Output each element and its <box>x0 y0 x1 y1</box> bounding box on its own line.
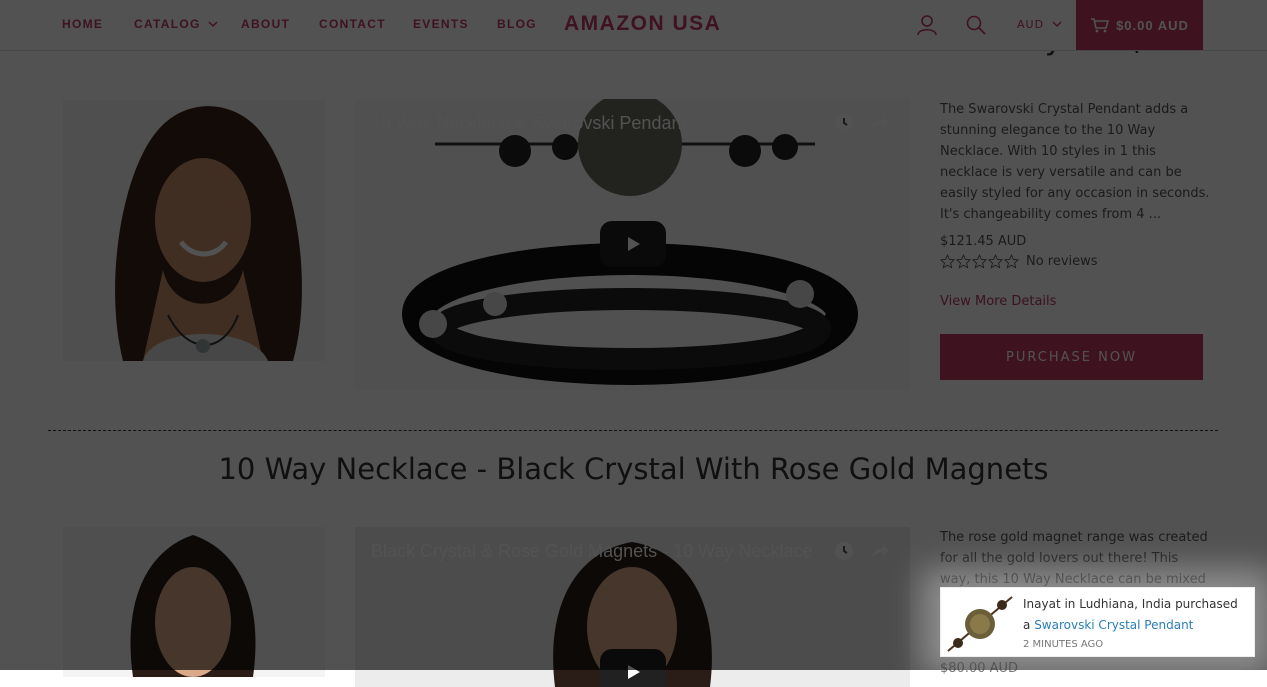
clock-icon[interactable] <box>832 539 856 563</box>
nav-events[interactable]: EVENTS <box>413 17 469 31</box>
search-icon[interactable] <box>966 15 986 35</box>
notification-time: 2 MINUTES AGO <box>1023 639 1104 650</box>
notification-message: Inayat in Ludhiana, India purchased <box>1023 597 1238 611</box>
nav-catalog[interactable]: CATALOG <box>134 17 218 31</box>
clock-icon[interactable] <box>832 111 856 135</box>
product2-video[interactable]: Black Crystal & Rose Gold Magnets - 10 W… <box>355 527 910 687</box>
star-icon <box>988 254 1003 269</box>
nav-catalog-label: CATALOG <box>134 17 201 31</box>
product2-model-photo <box>63 527 325 677</box>
notification-prefix: a <box>1023 618 1031 632</box>
product2-title: 10 Way Necklace - Black Crystal With Ros… <box>218 452 1049 486</box>
cart-icon <box>1091 18 1110 33</box>
star-icon <box>972 254 987 269</box>
nav-blog[interactable]: BLOG <box>497 17 537 31</box>
product-listing-page: HOME CATALOG ABOUT CONTACT EVENTS BLOG A… <box>0 0 1267 687</box>
product1-price: $121.45 AUD <box>940 234 1027 249</box>
user-icon[interactable] <box>916 14 938 36</box>
product2-price: $80.00 AUD <box>940 661 1019 676</box>
notification-product-line: a Swarovski Crystal Pendant <box>1023 618 1193 632</box>
cart-button[interactable]: $0.00 AUD <box>1076 0 1203 50</box>
chevron-down-icon <box>1052 21 1062 27</box>
nav-about[interactable]: ABOUT <box>241 17 290 31</box>
cart-total: $0.00 AUD <box>1116 17 1189 33</box>
product2-video-title: Black Crystal & Rose Gold Magnets - 10 W… <box>371 541 813 561</box>
site-header: HOME CATALOG ABOUT CONTACT EVENTS BLOG A… <box>0 0 1267 51</box>
nav-contact[interactable]: CONTACT <box>319 17 386 31</box>
share-icon[interactable] <box>868 111 892 135</box>
product1-video[interactable]: 10 Way Necklace & Swarovski Pendant <box>355 99 910 390</box>
star-icon <box>1004 254 1019 269</box>
nav-home[interactable]: HOME <box>62 17 103 31</box>
play-icon <box>628 237 640 251</box>
product1-description: The Swarovski Crystal Pendant adds a stu… <box>940 102 1210 222</box>
product1-rating: No reviews <box>940 254 1098 269</box>
play-button[interactable] <box>600 649 666 687</box>
product1-video-title: 10 Way Necklace & Swarovski Pendant <box>371 113 687 133</box>
play-button[interactable] <box>600 221 666 267</box>
purchase-now-button[interactable]: PURCHASE NOW <box>940 334 1203 380</box>
product-divider <box>48 430 1218 431</box>
currency-label: AUD <box>1017 18 1045 31</box>
brand-logo[interactable]: AMAZON USA <box>564 12 721 36</box>
pendant-thumbnail <box>944 591 1016 655</box>
play-icon <box>628 665 640 679</box>
star-icon <box>956 254 971 269</box>
chevron-down-icon <box>208 21 218 28</box>
share-icon[interactable] <box>868 539 892 563</box>
product1-model-photo <box>63 100 325 361</box>
star-rating <box>940 254 1020 269</box>
reviews-count: No reviews <box>1026 254 1098 269</box>
purchase-notification[interactable]: Inayat in Ludhiana, India purchased a Sw… <box>940 587 1255 657</box>
view-more-link[interactable]: View More Details <box>940 294 1056 309</box>
currency-selector[interactable]: AUD <box>1017 18 1062 31</box>
notification-product-link[interactable]: Swarovski Crystal Pendant <box>1034 618 1193 632</box>
star-icon <box>940 254 955 269</box>
